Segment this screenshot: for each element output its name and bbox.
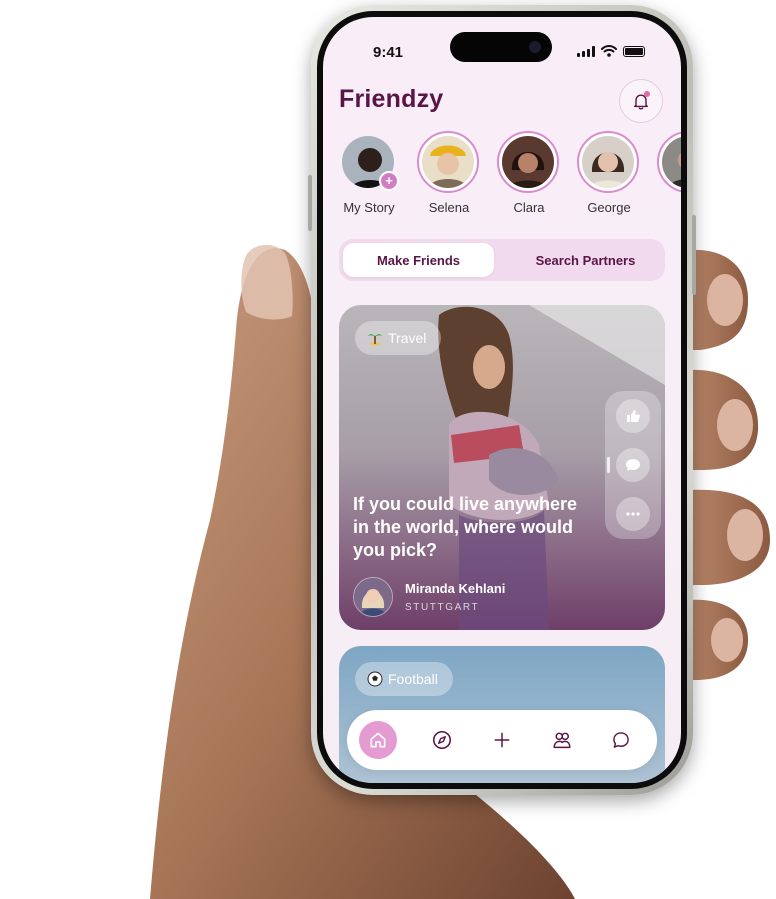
- story-clara[interactable]: Clara: [497, 131, 561, 215]
- segmented-tabs: Make Friends Search Partners: [339, 239, 665, 281]
- battery-icon: [623, 45, 645, 57]
- comment-icon: [626, 459, 640, 471]
- category-chip[interactable]: Travel: [355, 321, 442, 355]
- tab-search-partners[interactable]: Search Partners: [510, 243, 661, 277]
- author-name: Miranda Kehlani: [405, 581, 506, 596]
- thumbs-up-icon: [627, 410, 640, 422]
- comment-button[interactable]: [616, 448, 650, 482]
- wifi-icon: [601, 45, 617, 57]
- status-time: 9:41: [373, 44, 404, 61]
- story-george[interactable]: George: [577, 131, 641, 215]
- volume-button: [308, 175, 312, 231]
- story-name: George: [587, 200, 631, 215]
- friends-icon: [553, 732, 571, 749]
- post-author[interactable]: Miranda Kehlani STUTTGART: [353, 577, 505, 617]
- story-ring: [577, 131, 639, 193]
- soccer-ball-icon: [367, 671, 383, 687]
- tab-make-friends[interactable]: Make Friends: [343, 243, 494, 277]
- notifications-button[interactable]: [619, 79, 663, 123]
- palm-tree-icon: [368, 334, 382, 346]
- category-label: Travel: [388, 330, 427, 346]
- avatar: [353, 577, 393, 617]
- story-name: My Story: [343, 200, 395, 215]
- story-name: Fa: [657, 200, 681, 215]
- nav-create[interactable]: [483, 721, 521, 759]
- nav-chat[interactable]: [602, 721, 640, 759]
- compass-icon: [432, 730, 452, 750]
- category-label: Football: [388, 671, 438, 687]
- front-camera: [529, 41, 541, 53]
- nav-friends[interactable]: [543, 721, 581, 759]
- avatar: [422, 136, 474, 188]
- story-name: Clara: [513, 200, 545, 215]
- post-question: If you could live anywhere in the world,…: [353, 494, 578, 560]
- story-ring: [657, 131, 681, 193]
- post-card[interactable]: Travel If you could live anywhere in the…: [339, 305, 665, 630]
- bottom-nav: [347, 710, 657, 770]
- home-icon: [370, 732, 386, 748]
- story-ring: [417, 131, 479, 193]
- app-title: Friendzy: [339, 85, 444, 113]
- add-story-badge[interactable]: +: [379, 171, 399, 191]
- nav-explore[interactable]: [423, 721, 461, 759]
- chat-icon: [613, 732, 629, 748]
- category-chip[interactable]: Football: [355, 662, 453, 696]
- story-my-story[interactable]: + My Story: [337, 131, 401, 215]
- author-location: STUTTGART: [405, 602, 480, 613]
- avatar: [502, 136, 554, 188]
- phone-frame: 9:41 Friendzy + My Story Selena Clara Ge…: [308, 5, 696, 795]
- more-icon: [626, 512, 640, 516]
- story-selena[interactable]: Selena: [417, 131, 481, 215]
- reaction-panel-handle[interactable]: [607, 457, 610, 473]
- nav-home[interactable]: [359, 721, 397, 759]
- phone-screen: 9:41 Friendzy + My Story Selena Clara Ge…: [323, 17, 681, 783]
- avatar: [662, 136, 681, 188]
- story-ring: [497, 131, 559, 193]
- status-icons: [577, 45, 645, 57]
- stories-row: + My Story Selena Clara George: [337, 131, 681, 221]
- like-button[interactable]: [616, 399, 650, 433]
- more-button[interactable]: [616, 497, 650, 531]
- plus-icon: [494, 732, 510, 748]
- reaction-panel: [605, 391, 661, 539]
- notification-dot: [644, 91, 650, 97]
- story-name: Selena: [428, 200, 470, 215]
- story-partial[interactable]: Fa: [657, 131, 681, 215]
- avatar: [582, 136, 634, 188]
- signal-icon: [577, 45, 595, 57]
- power-button: [692, 215, 696, 295]
